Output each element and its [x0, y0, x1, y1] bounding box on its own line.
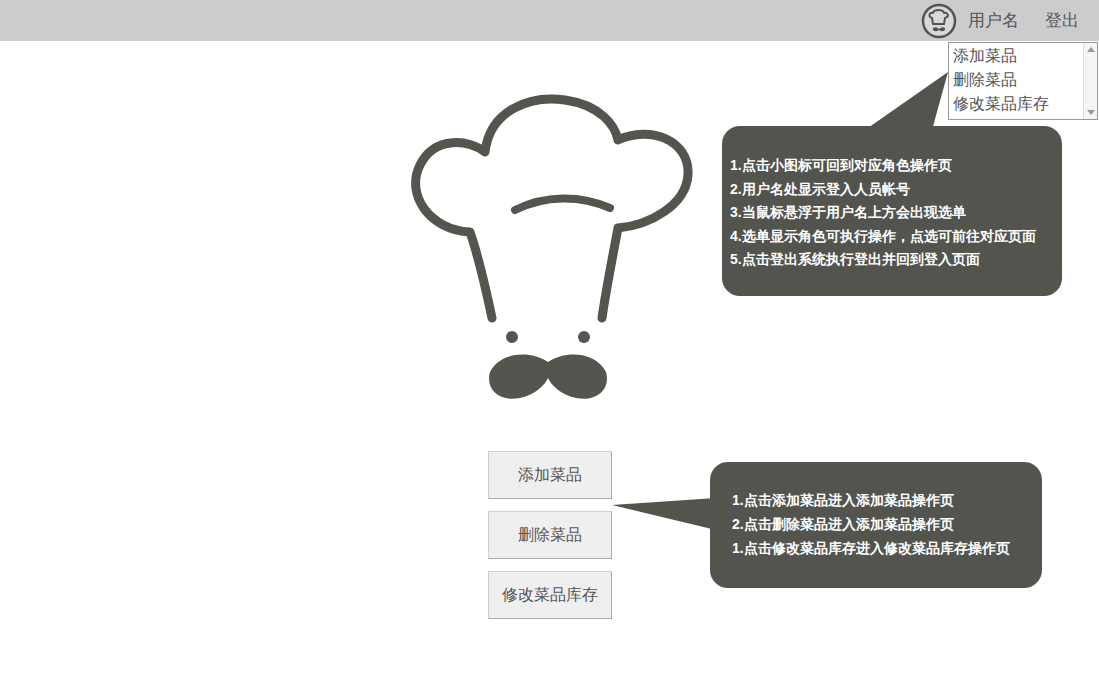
menu-scrollbar[interactable] — [1083, 43, 1097, 119]
annotation-line: 1.点击修改菜品库存进入修改菜品库存操作页 — [732, 536, 1038, 560]
annotation-line: 2.点击删除菜品进入添加菜品操作页 — [732, 512, 1038, 536]
annotation-line: 5.点击登出系统执行登出并回到登入页面 — [730, 248, 1058, 272]
username[interactable]: 用户名 — [968, 8, 1019, 34]
scroll-down-icon[interactable] — [1087, 110, 1095, 115]
scroll-up-icon[interactable] — [1087, 47, 1095, 52]
annotation-line: 1.点击添加菜品进入添加菜品操作页 — [732, 488, 1038, 512]
user-menu: 添加菜品删除菜品修改菜品库存 — [948, 42, 1098, 120]
annotation-line: 4.选单显示角色可执行操作，点选可前往对应页面 — [730, 225, 1058, 249]
user-menu-item[interactable]: 删除菜品 — [953, 68, 1083, 92]
logout-link[interactable]: 登出 — [1045, 8, 1079, 34]
annotation-bubble: 1.点击小图标可回到对应角色操作页2.用户名处显示登入人员帐号3.当鼠标悬浮于用… — [722, 126, 1062, 296]
callout-pointers-icon — [0, 0, 1099, 694]
annotation-line: 2.用户名处显示登入人员帐号 — [730, 178, 1058, 202]
user-menu-item[interactable]: 添加菜品 — [953, 44, 1083, 68]
action-buttons: 添加菜品删除菜品修改菜品库存 — [488, 451, 612, 619]
annotation-line: 1.点击小图标可回到对应角色操作页 — [730, 154, 1058, 178]
chef-logo-icon — [400, 80, 700, 410]
action-button[interactable]: 删除菜品 — [488, 511, 612, 559]
annotation-line: 3.当鼠标悬浮于用户名上方会出现选单 — [730, 201, 1058, 225]
annotation-bubble: 1.点击添加菜品进入添加菜品操作页2.点击删除菜品进入添加菜品操作页1.点击修改… — [710, 462, 1042, 588]
action-button[interactable]: 修改菜品库存 — [488, 571, 612, 619]
chef-avatar-icon[interactable] — [921, 3, 957, 39]
top-bar: 用户名登出 — [0, 0, 1099, 41]
page: 用户名登出添加菜品删除菜品修改菜品库存添加菜品删除菜品修改菜品库存1.点击小图标… — [0, 0, 1099, 694]
user-menu-item[interactable]: 修改菜品库存 — [953, 92, 1083, 116]
action-button[interactable]: 添加菜品 — [488, 451, 612, 499]
